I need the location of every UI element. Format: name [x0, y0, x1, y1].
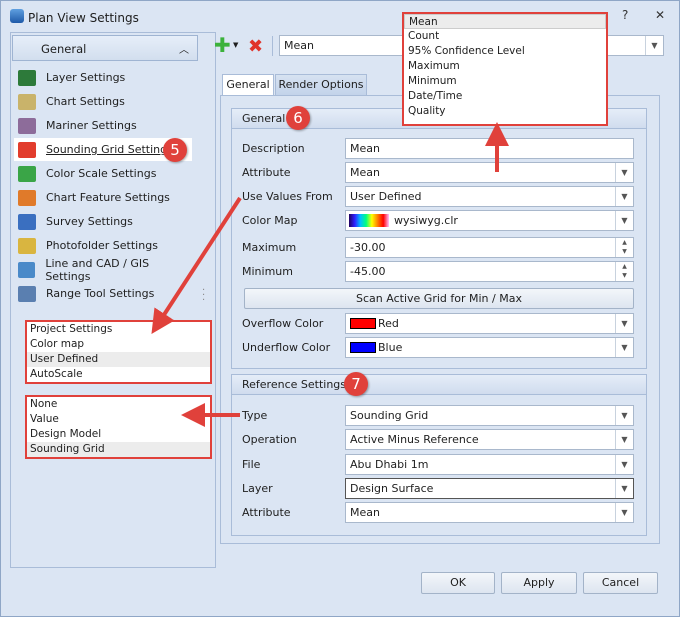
annotation-arrows	[151, 122, 509, 427]
arrow-to-use-values-options	[151, 196, 242, 335]
